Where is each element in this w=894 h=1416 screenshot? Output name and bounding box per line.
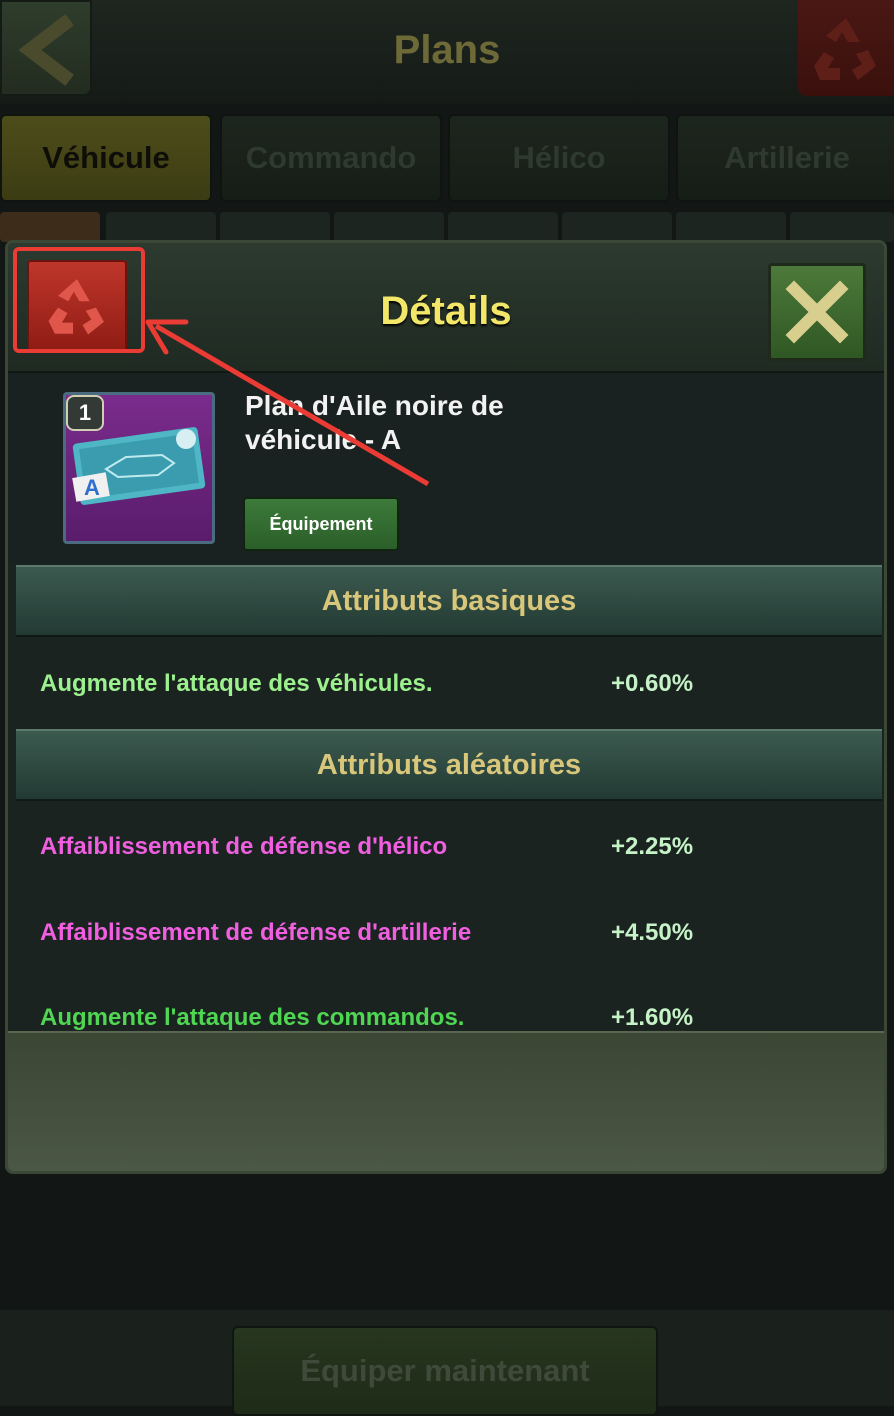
- highlight-annotation-box: [13, 247, 145, 353]
- level-badge: 1: [66, 395, 104, 431]
- equipment-button[interactable]: Équipement: [243, 497, 399, 551]
- sub-tab[interactable]: [0, 212, 100, 242]
- recycle-icon: [814, 18, 876, 80]
- close-icon: [785, 280, 849, 344]
- item-summary: A 1 Plan d'Aile noire de véhicule - A Éq…: [8, 373, 884, 563]
- tab-helico[interactable]: Hélico: [448, 114, 670, 202]
- random-attributes-header: Attributs aléatoires: [16, 729, 882, 801]
- sub-tabs: [0, 212, 894, 242]
- recycle-all-button[interactable]: [798, 0, 894, 96]
- basic-attributes-header: Attributs basiques: [16, 565, 882, 637]
- blueprint-badge-letter: A: [84, 475, 100, 500]
- sub-tab[interactable]: [676, 212, 786, 242]
- item-name: Plan d'Aile noire de véhicule - A: [245, 390, 504, 455]
- sub-tab[interactable]: [562, 212, 672, 242]
- attribute-label: Augmente l'attaque des véhicules.: [40, 670, 433, 697]
- sub-tab[interactable]: [334, 212, 444, 242]
- tab-vehicule[interactable]: Véhicule: [0, 114, 212, 202]
- attribute-row: Affaiblissement de défense d'artillerie …: [8, 919, 884, 959]
- tab-commando[interactable]: Commando: [220, 114, 442, 202]
- attribute-row: Affaiblissement de défense d'hélico +2.2…: [8, 833, 884, 873]
- attribute-value: +2.25%: [611, 833, 694, 860]
- close-button[interactable]: [768, 263, 866, 361]
- equip-now-button[interactable]: Équiper maintenant: [232, 1326, 658, 1416]
- details-modal: Détails A 1 Plan d'Aile noire de véhicul…: [5, 240, 887, 1174]
- modal-footer: [8, 1031, 884, 1171]
- sub-tab[interactable]: [790, 212, 894, 242]
- attribute-label: Affaiblissement de défense d'hélico: [40, 833, 448, 860]
- attribute-label: Affaiblissement de défense d'artillerie: [40, 919, 472, 946]
- sub-tab[interactable]: [106, 212, 216, 242]
- sub-tab[interactable]: [448, 212, 558, 242]
- attribute-value: +4.50%: [611, 919, 694, 946]
- category-tabs: Véhicule Commando Hélico Artillerie: [0, 114, 894, 204]
- tab-artillerie[interactable]: Artillerie: [676, 114, 894, 202]
- attribute-value: +0.60%: [611, 670, 694, 697]
- sub-tab[interactable]: [220, 212, 330, 242]
- attribute-label: Augmente l'attaque des commandos.: [40, 1004, 465, 1031]
- attribute-row: Augmente l'attaque des véhicules. +0.60%: [8, 670, 884, 710]
- attribute-value: +1.60%: [611, 1004, 694, 1031]
- page-title: Plans: [393, 28, 501, 72]
